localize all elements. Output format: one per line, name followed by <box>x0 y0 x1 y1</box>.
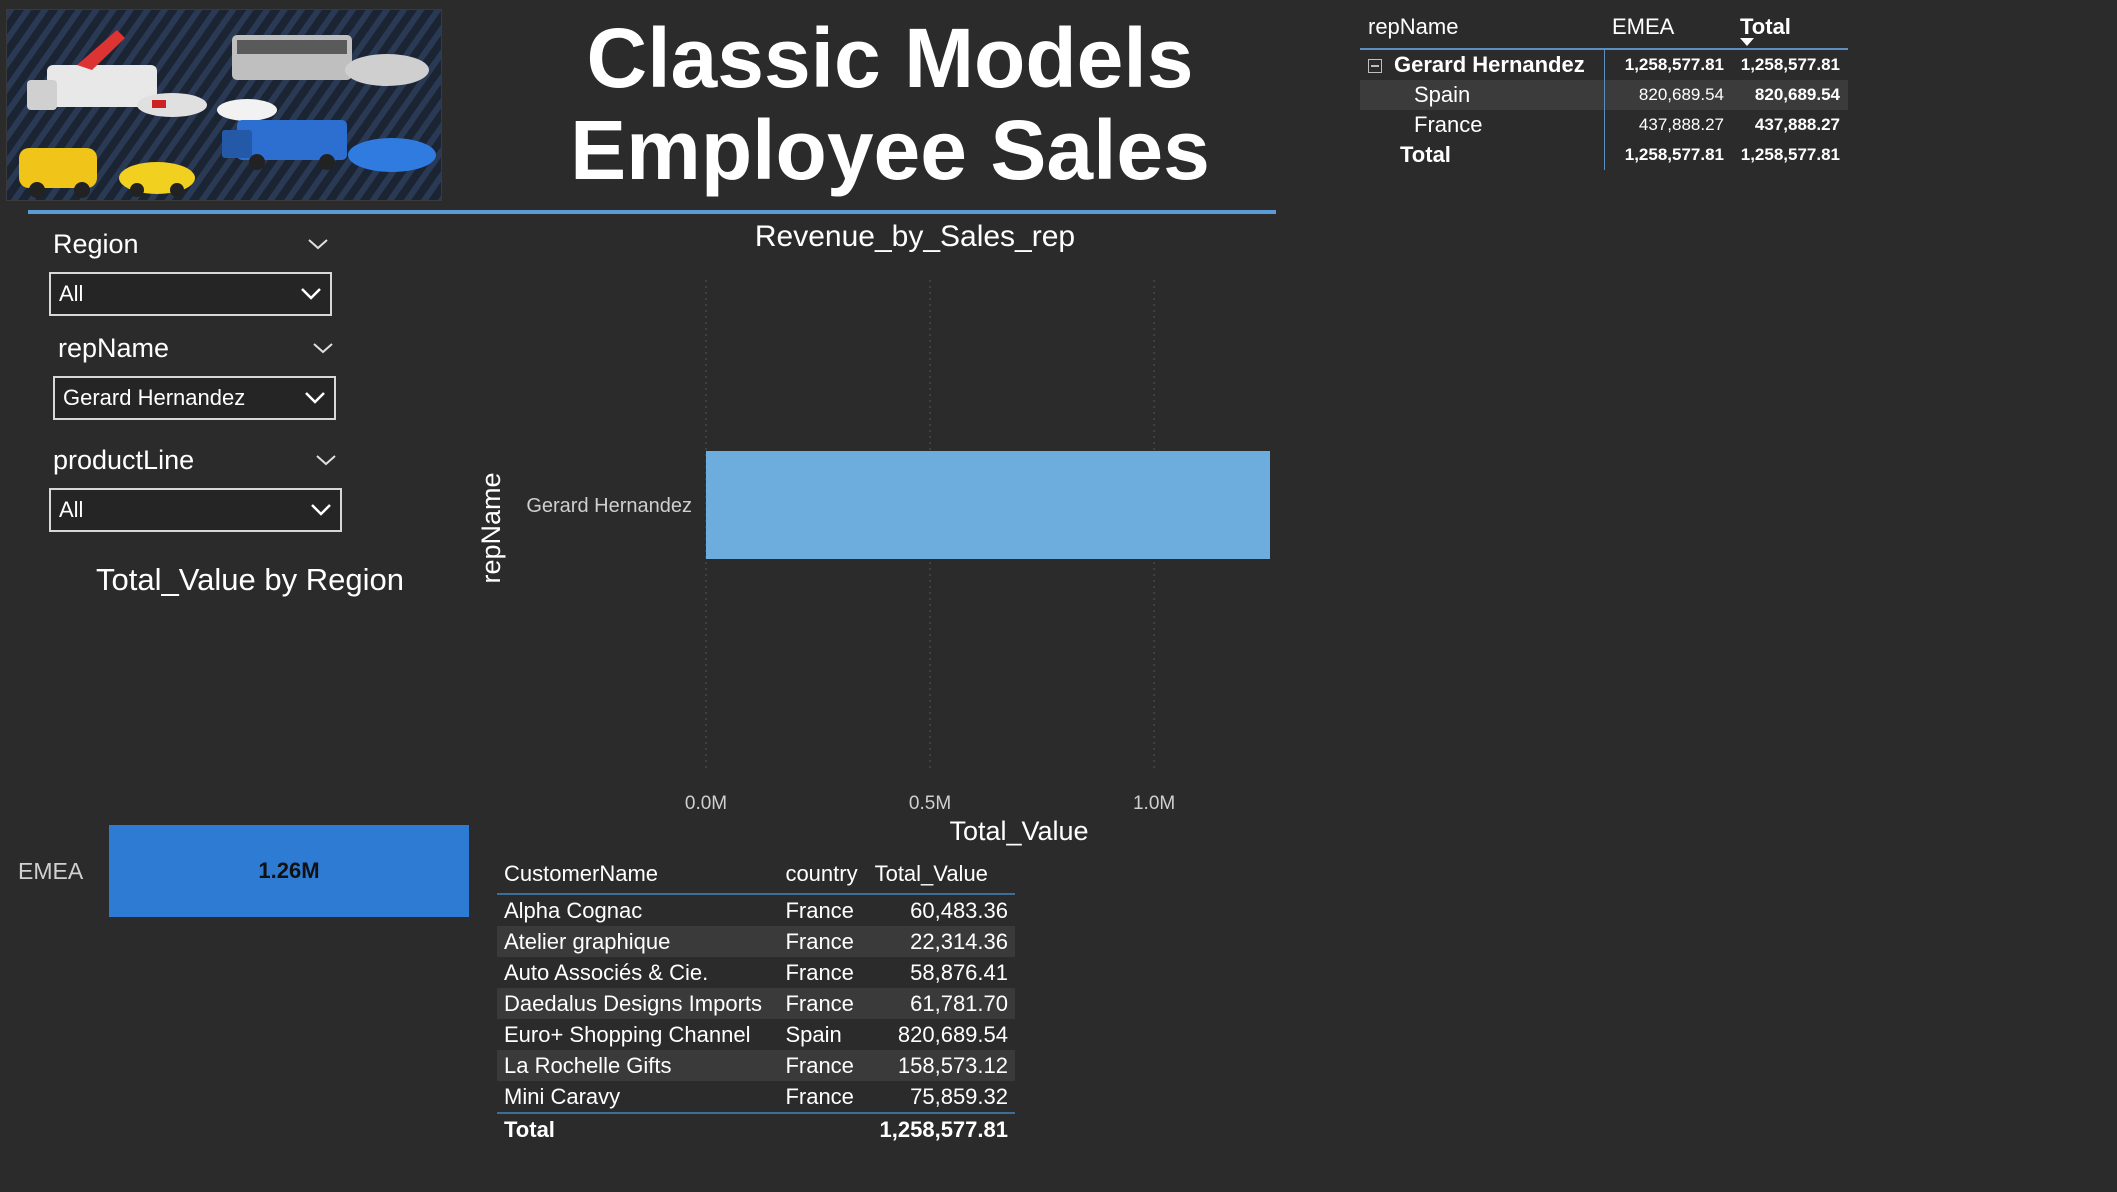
customer-total: 820,689.54 <box>897 1021 1008 1047</box>
total-value: 1,258,577.81 <box>867 1112 1015 1146</box>
matrix-header-repname[interactable]: repName <box>1360 6 1604 50</box>
table-total-row: Total 1,258,577.81 <box>497 1112 1015 1146</box>
region-bar[interactable]: 1.26M <box>109 825 469 917</box>
matrix-country-name: France <box>1414 112 1483 137</box>
matrix-rep-row[interactable]: Gerard Hernandez 1,258,577.81 1,258,577.… <box>1360 49 1848 80</box>
repname-dropdown[interactable]: Gerard Hernandez <box>53 376 336 420</box>
matrix-header-emea[interactable]: EMEA <box>1604 6 1732 50</box>
chevron-down-icon <box>311 504 331 516</box>
sort-descending-icon <box>1740 38 1754 46</box>
sales-matrix: repName EMEA Total Gerard Hernandez 1,25… <box>1360 6 1848 170</box>
matrix-rep-cell: Gerard Hernandez <box>1360 49 1604 80</box>
matrix-country-row[interactable]: Spain 820,689.54 820,689.54 <box>1360 80 1848 110</box>
table-header-row: CustomerName country Total_Value <box>497 855 1015 895</box>
customer-country: Spain <box>785 1021 842 1047</box>
customer-country: France <box>778 926 868 957</box>
x-axis-label: Total_Value <box>949 816 1088 846</box>
matrix-country-row[interactable]: France 437,888.27 437,888.27 <box>1360 110 1848 140</box>
chart-title: Revenue_by_Sales_rep <box>754 220 1076 253</box>
total-spacer <box>778 1112 868 1146</box>
repname-slicer-header[interactable]: repName <box>58 332 334 364</box>
matrix-total-total: 1,258,577.81 <box>1740 145 1840 164</box>
region-dropdown[interactable]: All <box>49 272 332 316</box>
matrix-country-total: 437,888.27 <box>1754 115 1840 134</box>
chevron-down-icon[interactable] <box>312 341 334 355</box>
header-divider <box>28 210 1276 214</box>
region-category-label: EMEA <box>18 858 84 884</box>
table-row[interactable]: Atelier graphique France 22,314.36 <box>497 926 1015 957</box>
repname-slicer-label: repName <box>58 332 170 363</box>
customer-total: 61,781.70 <box>867 988 1015 1019</box>
customer-name: Atelier graphique <box>497 926 779 957</box>
customer-table: CustomerName country Total_Value Alpha C… <box>497 855 1015 1146</box>
customer-country: France <box>778 1050 868 1081</box>
customer-name: La Rochelle Gifts <box>497 1050 779 1081</box>
productline-dropdown-value: All <box>59 497 84 522</box>
bar[interactable] <box>706 451 1270 559</box>
page-title: Classic Models Employee Sales <box>560 12 1220 196</box>
matrix-total-emea: 1,258,577.81 <box>1603 140 1732 170</box>
revenue-by-sales-rep-chart: Gerard Hernandez 0.0M 0.5M 1.0M repName To… <box>476 280 1270 846</box>
matrix-country-total: 820,689.54 <box>1732 80 1848 110</box>
customer-total: 60,483.36 <box>910 897 1008 923</box>
matrix-rep-name: Gerard Hernandez <box>1394 52 1585 77</box>
table-row[interactable]: Alpha Cognac France 60,483.36 <box>497 894 1015 926</box>
matrix-header-total-label: Total <box>1740 14 1791 39</box>
productline-slicer-header[interactable]: productLine <box>53 444 337 476</box>
column-header-customername[interactable]: CustomerName <box>497 855 779 895</box>
region-dropdown-value: All <box>59 281 84 306</box>
column-header-country[interactable]: country <box>778 855 868 895</box>
region-bar-data-label: 1.26M <box>258 858 320 883</box>
chevron-down-icon[interactable] <box>315 453 337 467</box>
customer-total: 58,876.41 <box>910 959 1008 985</box>
repname-dropdown-value: Gerard Hernandez <box>63 385 246 410</box>
customer-name: Daedalus Designs Imports <box>497 988 779 1019</box>
chevron-down-icon[interactable] <box>307 237 329 251</box>
productline-dropdown[interactable]: All <box>49 488 342 532</box>
total-label: Total <box>497 1112 779 1146</box>
collapse-icon[interactable] <box>1368 59 1382 74</box>
chevron-down-icon <box>305 392 325 404</box>
x-tick-label: 1.0M <box>1133 793 1175 814</box>
customer-name: Euro+ Shopping Channel <box>504 1021 751 1047</box>
title-line-1: Classic Models <box>586 11 1194 105</box>
customer-country: France <box>785 959 854 985</box>
banner-image <box>6 9 442 201</box>
chevron-down-icon <box>301 288 321 300</box>
matrix-header-total[interactable]: Total <box>1732 6 1848 50</box>
customer-name: Alpha Cognac <box>504 897 643 923</box>
table-row[interactable]: Euro+ Shopping Channel Spain 820,689.54 <box>497 1019 1015 1050</box>
matrix-total-label: Total <box>1400 142 1451 167</box>
region-chart-title: Total_Value by Region <box>96 562 404 597</box>
customer-country: France <box>778 988 868 1019</box>
region-slicer-label: Region <box>53 228 139 259</box>
table-row[interactable]: Auto Associés & Cie. France 58,876.41 <box>497 957 1015 988</box>
table-row[interactable]: Mini Caravy France 75,859.32 <box>497 1081 1015 1113</box>
table-row[interactable]: Daedalus Designs Imports France 61,781.7… <box>497 988 1015 1019</box>
customer-name: Mini Caravy <box>504 1083 621 1109</box>
matrix-rep-total: 1,258,577.81 <box>1740 55 1840 74</box>
customer-total: 22,314.36 <box>867 926 1015 957</box>
title-line-2: Employee Sales <box>570 103 1210 197</box>
category-label: Gerard Hernandez <box>526 495 692 517</box>
region-slicer-header[interactable]: Region <box>53 228 329 260</box>
column-header-total-value[interactable]: Total_Value <box>867 855 1015 895</box>
customer-name: Auto Associés & Cie. <box>504 959 709 985</box>
matrix-country-emea: 820,689.54 <box>1603 80 1732 110</box>
matrix-rep-emea: 1,258,577.81 <box>1603 49 1732 80</box>
matrix-header-row: repName EMEA Total <box>1360 6 1848 50</box>
y-axis-label: repName <box>476 472 506 583</box>
customer-country: France <box>785 1083 854 1109</box>
customer-total: 75,859.32 <box>910 1083 1008 1109</box>
matrix-total-row: Total 1,258,577.81 1,258,577.81 <box>1360 140 1848 170</box>
matrix-country-name: Spain <box>1360 80 1604 110</box>
productline-slicer-label: productLine <box>53 444 195 475</box>
table-row[interactable]: La Rochelle Gifts France 158,573.12 <box>497 1050 1015 1081</box>
customer-country: France <box>785 897 854 923</box>
customer-total: 158,573.12 <box>867 1050 1015 1081</box>
x-tick-label: 0.0M <box>685 793 727 814</box>
matrix-country-emea: 437,888.27 <box>1603 110 1732 140</box>
x-tick-label: 0.5M <box>909 793 951 814</box>
